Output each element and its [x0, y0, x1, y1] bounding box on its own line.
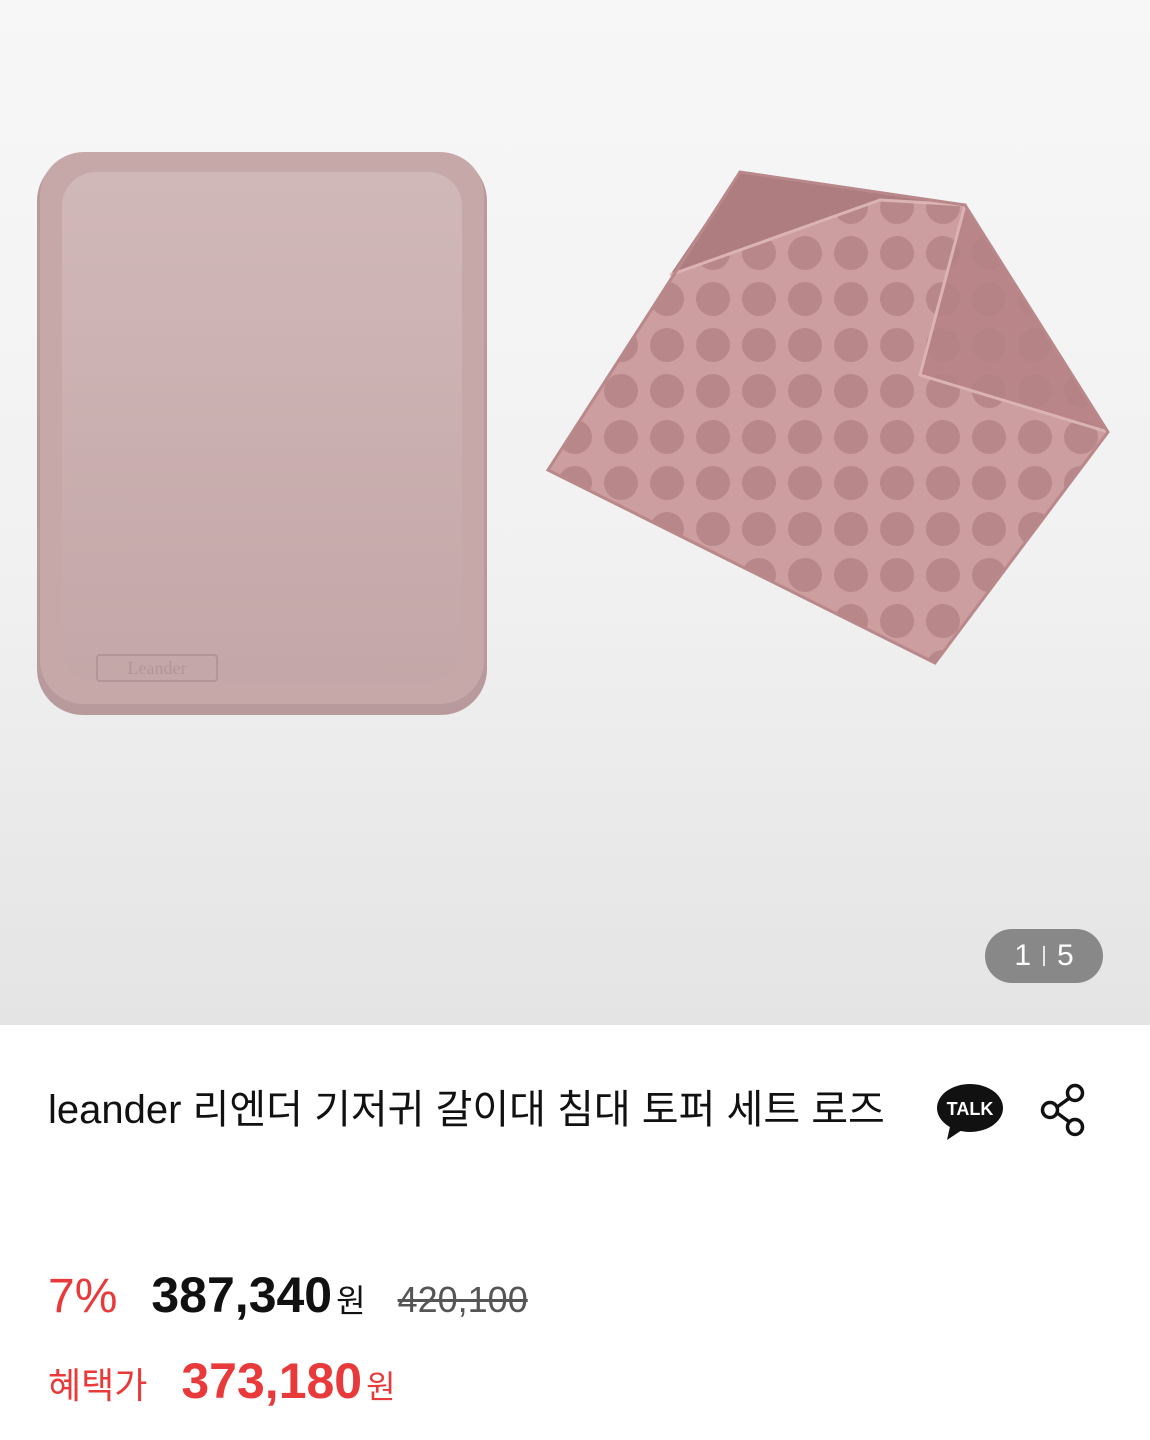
benefit-price-label: 혜택가: [48, 1365, 148, 1406]
original-price: 420,100: [397, 1279, 528, 1320]
kakao-talk-icon[interactable]: TALK: [935, 1082, 1005, 1142]
benefit-price: 373,180: [181, 1353, 363, 1409]
image-counter: 1 5: [985, 929, 1103, 983]
product-image-gallery[interactable]: Leander 1 5: [0, 0, 1150, 1025]
product-title: leander 리엔더 기저귀 갈이대 침대 토퍼 세트 로즈: [48, 1088, 885, 1132]
benefit-price-row: 혜택가 373,180 원: [48, 1352, 396, 1410]
sale-price: 387,340: [151, 1267, 333, 1323]
image-counter-total: 5: [1057, 939, 1074, 972]
sale-price-currency: 원: [336, 1283, 366, 1319]
hooded-towel-image: [545, 170, 1110, 665]
benefit-price-currency: 원: [366, 1369, 396, 1405]
price-row: 7% 387,340 원 420,100: [48, 1266, 528, 1324]
share-icon[interactable]: [1038, 1082, 1088, 1138]
image-counter-current: 1: [1014, 939, 1031, 972]
changing-pad-image: Leander: [37, 152, 487, 715]
pad-logo: Leander: [128, 658, 187, 678]
image-counter-divider: [1043, 946, 1045, 966]
talk-icon-label: TALK: [947, 1099, 994, 1119]
product-image: Leander: [37, 152, 1110, 715]
discount-rate: 7%: [48, 1270, 118, 1323]
